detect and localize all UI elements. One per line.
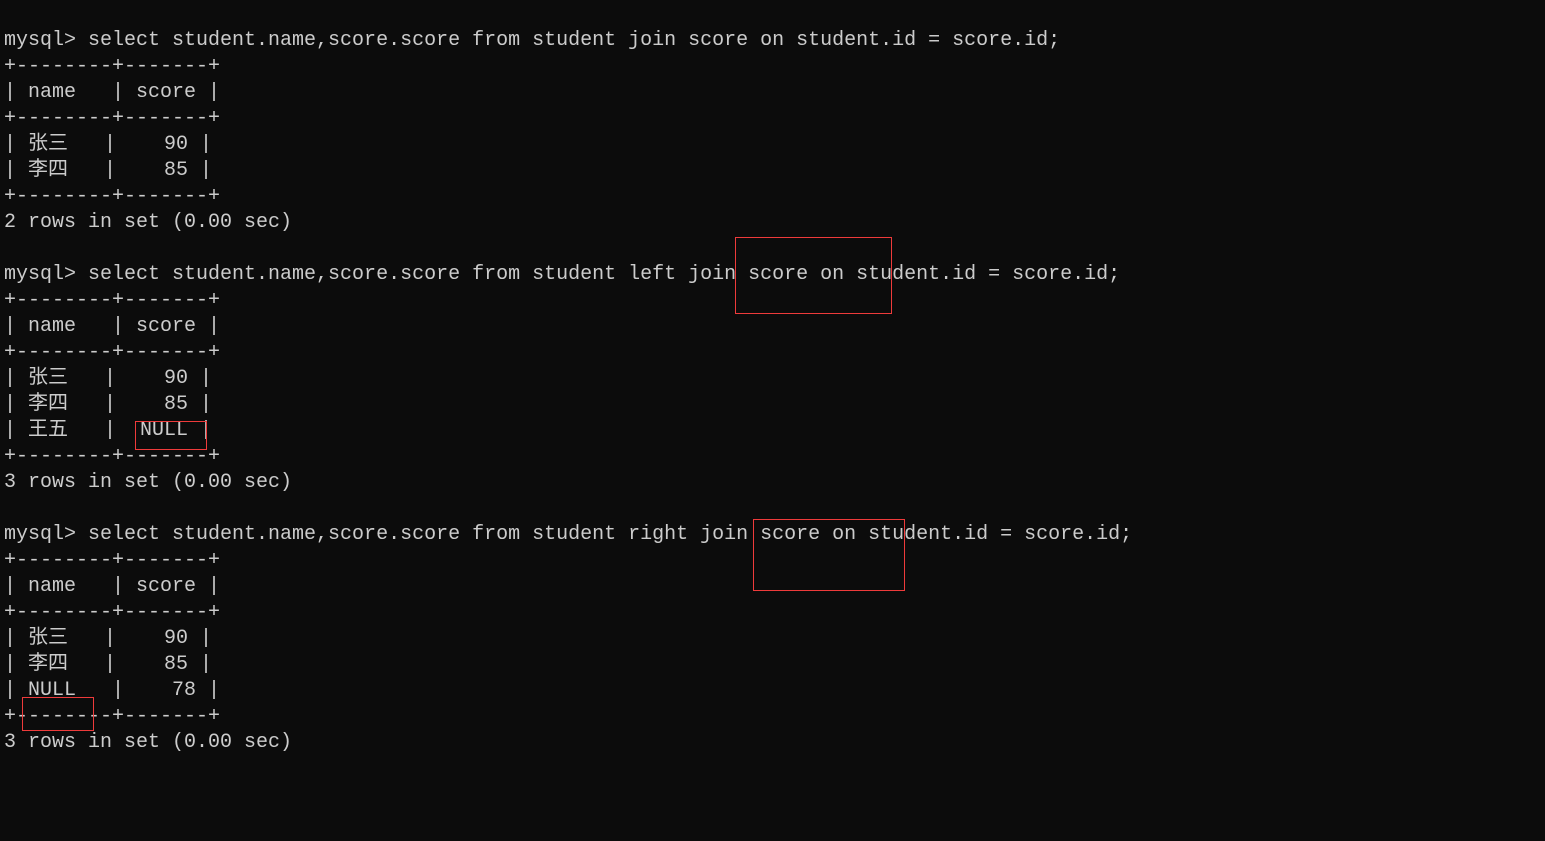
sql-query-1: select student.name,score.score from stu… [88,29,1060,52]
table-row: | 李四 | 85 | [4,653,212,676]
table-row: | 张三 | 90 | [4,627,212,650]
prompt: mysql> [4,263,88,286]
table-border: +--------+-------+ [4,55,220,78]
table-border: +--------+-------+ [4,341,220,364]
table-border: +--------+-------+ [4,601,220,624]
table-row: | NULL | 78 | [4,679,220,702]
table-border: +--------+-------+ [4,289,220,312]
table-row: | 李四 | 85 | [4,393,212,416]
table-header: | name | score | [4,81,220,104]
sql-query-3: select student.name,score.score from stu… [88,523,1132,546]
prompt: mysql> [4,523,88,546]
table-row: | 张三 | 90 | [4,367,212,390]
table-header: | name | score | [4,315,220,338]
table-row: | 李四 | 85 | [4,159,212,182]
terminal-output: mysql> select student.name,score.score f… [0,0,1545,841]
table-border: +--------+-------+ [4,705,220,728]
table-row: | 王五 | NULL | [4,419,212,442]
result-footer: 3 rows in set (0.00 sec) [4,471,292,494]
table-border: +--------+-------+ [4,107,220,130]
result-footer: 3 rows in set (0.00 sec) [4,731,292,754]
table-border: +--------+-------+ [4,445,220,468]
table-border: +--------+-------+ [4,549,220,572]
prompt: mysql> [4,29,88,52]
table-row: | 张三 | 90 | [4,133,212,156]
sql-query-2: select student.name,score.score from stu… [88,263,1120,286]
result-footer: 2 rows in set (0.00 sec) [4,211,292,234]
table-border: +--------+-------+ [4,185,220,208]
table-header: | name | score | [4,575,220,598]
